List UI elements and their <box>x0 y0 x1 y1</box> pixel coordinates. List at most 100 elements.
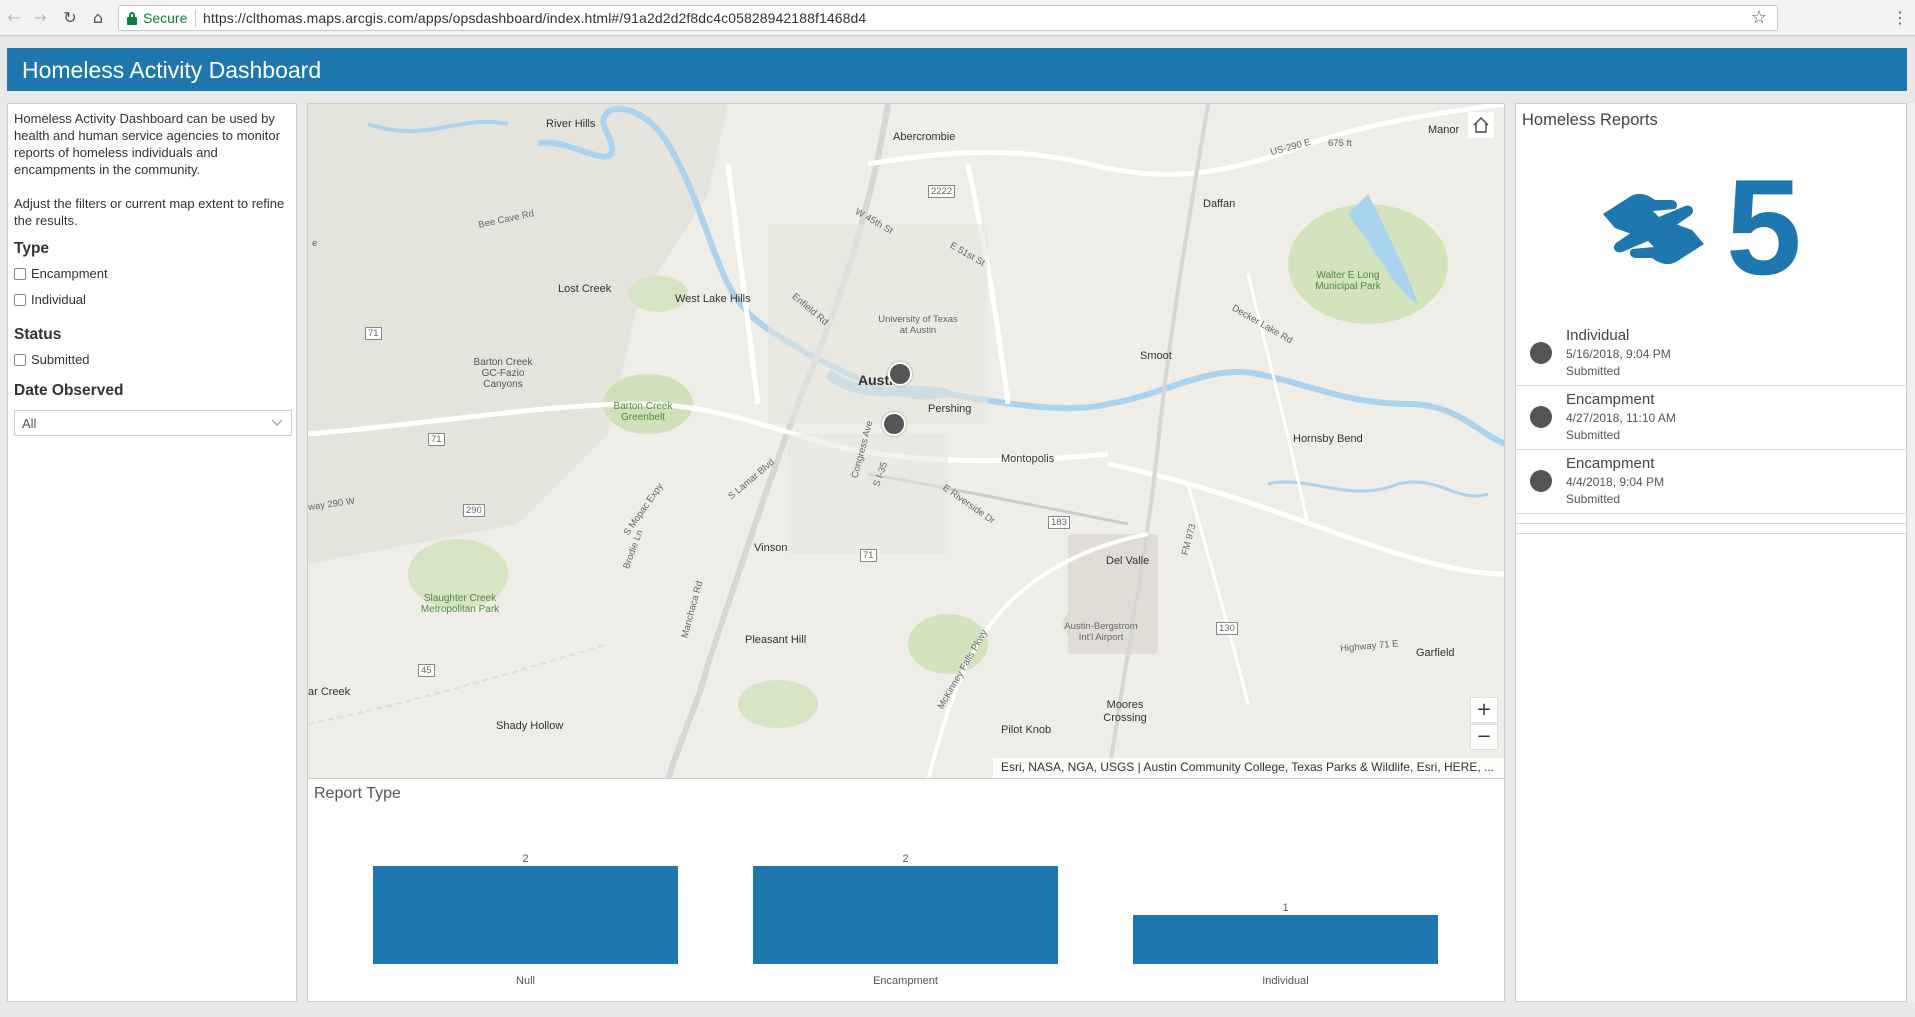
place-label: Vinson <box>754 542 788 554</box>
report-symbol-icon <box>1530 342 1552 364</box>
browser-menu-icon[interactable]: ⋮ <box>1892 8 1908 27</box>
category-tick-label: Null <box>516 975 535 987</box>
place-label: Daffan <box>1203 198 1236 210</box>
bookmark-star-icon[interactable]: ☆ <box>1751 7 1767 28</box>
zoom-in-button[interactable]: + <box>1470 697 1498 723</box>
report-point-marker[interactable] <box>888 362 912 386</box>
route-shield: 45 <box>418 664 435 677</box>
report-type: Individual <box>1566 327 1630 344</box>
status-filter-heading: Status <box>14 326 62 343</box>
report-type: Encampment <box>1566 455 1655 472</box>
checkbox[interactable] <box>14 268 26 280</box>
place-label: West Lake Hills <box>675 293 751 305</box>
report-date: 4/27/2018, 11:10 AM <box>1566 411 1676 425</box>
lock-icon <box>127 12 137 25</box>
report-count-indicator: 5 <box>1726 151 1802 303</box>
map-view[interactable]: River Hills Abercrombie Manor Daffan Los… <box>307 103 1505 779</box>
date-select-value: All <box>22 416 37 431</box>
park-label: Slaughter Creek Metropolitan Park <box>420 593 500 615</box>
report-status: Submitted <box>1566 428 1621 442</box>
bar-value-label: 2 <box>522 853 528 865</box>
route-shield: 2222 <box>928 185 956 198</box>
type-filter-heading: Type <box>14 240 50 257</box>
park-label: Barton Creek Greenbelt <box>613 401 673 423</box>
report-status: Submitted <box>1566 364 1621 378</box>
route-shield: 71 <box>428 433 445 446</box>
bar-encampment[interactable] <box>753 866 1058 964</box>
homeless-reports-panel: Homeless Reports 5 Individual 5/16/2018,… <box>1515 103 1907 1002</box>
address-separator <box>195 10 196 27</box>
report-symbol-icon <box>1530 406 1552 428</box>
place-label: Moores Crossing <box>1103 699 1147 724</box>
bar-value-label: 1 <box>1282 902 1288 914</box>
checkbox[interactable] <box>14 294 26 306</box>
url-text[interactable]: https://clthomas.maps.arcgis.com/apps/op… <box>203 10 866 26</box>
place-label: Garfield <box>1416 647 1455 659</box>
report-list-item[interactable]: Individual 5/16/2018, 9:04 PM Submitted <box>1516 322 1906 386</box>
place-label: River Hills <box>546 118 596 130</box>
page-scrollbar[interactable] <box>1908 103 1915 1002</box>
place-label: Del Valle <box>1106 555 1150 567</box>
bar-individual[interactable] <box>1133 915 1438 964</box>
browser-toolbar: ← → ↻ ⌂ Secure https://clthomas.maps.arc… <box>0 0 1915 36</box>
zoom-out-button[interactable]: − <box>1470 724 1498 750</box>
airport-label: Austin-Bergstrom Int'l Airport <box>1064 621 1138 643</box>
checkbox-label: Submitted <box>31 352 90 367</box>
home-extent-icon[interactable] <box>1468 112 1494 138</box>
bar-value-label: 2 <box>902 853 908 865</box>
helping-hands-icon <box>1603 193 1704 265</box>
route-shield: 290 <box>463 504 485 517</box>
description-paragraph-1: Homeless Activity Dashboard can be used … <box>14 111 280 177</box>
checkbox[interactable] <box>14 354 26 366</box>
place-label: Abercrombie <box>893 131 956 143</box>
date-observed-select[interactable]: All <box>14 410 292 436</box>
map-attribution: Esri, NASA, NGA, USGS | Austin Community… <box>992 758 1504 778</box>
report-type-bar-chart: 2 Null 2 Encampment 1 Individual <box>373 853 1438 987</box>
place-label: Smoot <box>1140 350 1172 362</box>
route-shield: 71 <box>365 327 382 340</box>
secure-label: Secure <box>143 10 188 26</box>
place-label: Lost Creek <box>558 283 612 295</box>
elevation-label: 675 ft <box>1328 138 1352 149</box>
route-shield: 130 <box>1216 622 1238 635</box>
report-list-item-empty[interactable] <box>1516 524 1906 534</box>
park-label: Walter E Long Municipal Park <box>1315 270 1381 292</box>
place-label: Pershing <box>928 403 972 415</box>
route-shield: 183 <box>1048 516 1070 529</box>
chevron-down-icon <box>271 419 283 426</box>
dashboard-title: Homeless Activity Dashboard <box>22 57 322 83</box>
checkbox-label: Encampment <box>31 266 108 281</box>
report-list-item[interactable]: Encampment 4/27/2018, 11:10 AM Submitted <box>1516 386 1906 450</box>
filter-panel: Homeless Activity Dashboard can be used … <box>7 103 297 1002</box>
report-list-item[interactable]: Encampment 4/4/2018, 9:04 PM Submitted <box>1516 450 1906 514</box>
address-bar[interactable]: Secure https://clthomas.maps.arcgis.com/… <box>118 5 1778 31</box>
place-label: University of Texas at Austin <box>878 314 958 336</box>
back-icon[interactable]: ← <box>4 8 24 28</box>
home-browser-icon[interactable]: ⌂ <box>88 8 108 28</box>
category-tick-label: Individual <box>1262 975 1308 987</box>
bar-null[interactable] <box>373 866 678 964</box>
dashboard-header: Homeless Activity Dashboard <box>7 48 1907 91</box>
report-date: 5/16/2018, 9:04 PM <box>1566 347 1671 361</box>
place-label: Montopolis <box>1001 453 1055 465</box>
category-tick-label: Encampment <box>873 975 938 987</box>
description-paragraph-2: Adjust the filters or current map extent… <box>14 196 285 228</box>
place-label: Pilot Knob <box>1001 724 1052 736</box>
report-symbol-icon <box>1530 470 1552 492</box>
report-point-marker[interactable] <box>882 412 906 436</box>
place-label: ar Creek <box>308 686 351 698</box>
reload-icon[interactable]: ↻ <box>60 8 80 28</box>
place-label: Manor <box>1428 124 1460 136</box>
report-status: Submitted <box>1566 492 1621 506</box>
report-list-item-empty[interactable] <box>1516 514 1906 524</box>
report-type-chart-panel: Report Type 2 Null 2 Encampment 1 Individual <box>307 779 1505 1002</box>
checkbox-label: Individual <box>31 292 86 307</box>
date-filter-heading: Date Observed <box>14 382 124 399</box>
place-label: Pleasant Hill <box>745 634 807 646</box>
place-label: e <box>312 238 318 249</box>
forward-icon[interactable]: → <box>30 8 50 28</box>
place-label: Hornsby Bend <box>1293 433 1363 445</box>
place-label: Shady Hollow <box>496 720 564 732</box>
dashboard-description: Homeless Activity Dashboard can be used … <box>14 110 292 246</box>
reports-title: Homeless Reports <box>1522 111 1658 129</box>
